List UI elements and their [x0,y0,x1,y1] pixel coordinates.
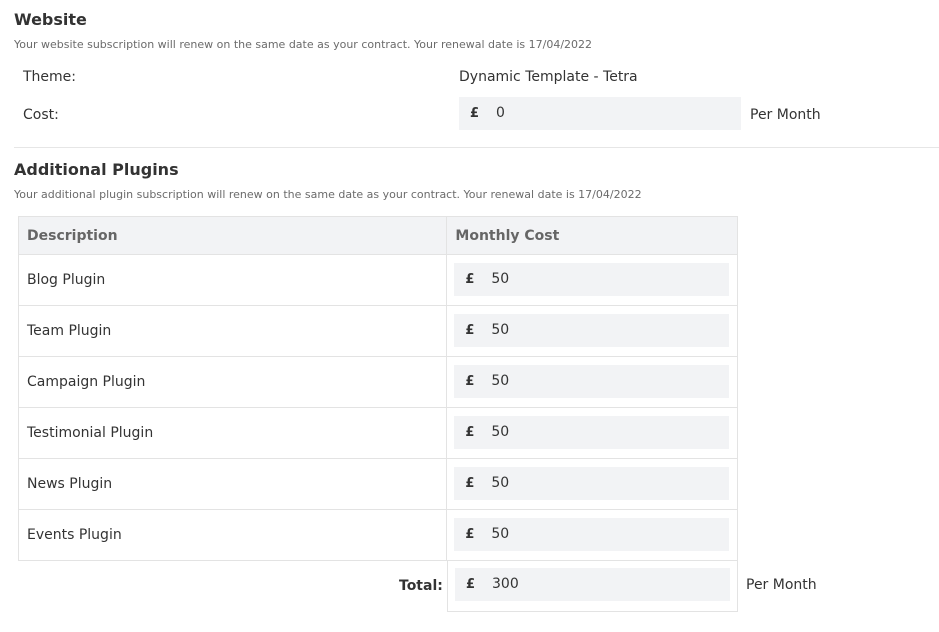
total-cost-field[interactable]: £ 300 [455,568,730,601]
pound-currency-symbol: £ [465,272,475,287]
plugin-cost-cell: £ 50 [446,509,738,561]
total-cost-value: 300 [492,576,519,592]
table-row: Testimonial Plugin £ 50 [17,407,738,459]
website-cost-period: Per Month [750,107,821,123]
table-row: Blog Plugin £ 50 [17,254,738,306]
section-divider [14,147,939,148]
plugin-description: Events Plugin [17,509,448,561]
plugin-description: Testimonial Plugin [17,407,448,459]
plugin-cost-field[interactable]: £ 50 [454,416,730,449]
plugin-cost-field[interactable]: £ 50 [454,365,730,398]
plugins-subtitle: Your additional plugin subscription will… [14,188,642,201]
plugin-description: Blog Plugin [17,254,448,306]
plugin-cost-value: 50 [491,373,510,389]
table-row: Campaign Plugin £ 50 [17,356,738,408]
plugin-cost-cell: £ 50 [446,458,738,510]
table-row: Events Plugin £ 50 [17,509,738,561]
plugins-heading: Additional Plugins [14,160,179,179]
table-header-row: Description Monthly Cost [17,216,738,255]
plugin-cost-value: 50 [491,475,510,491]
plugin-cost-value: 50 [491,526,510,542]
plugin-cost-value: 50 [491,322,510,338]
website-cost-field[interactable]: £ 0 [459,97,741,130]
plugin-cost-cell: £ 50 [446,254,738,306]
pound-currency-symbol: £ [465,476,475,491]
website-heading: Website [14,10,87,29]
plugin-description: Team Plugin [17,305,448,357]
pound-currency-symbol: £ [465,323,475,338]
website-cost-value: 0 [496,105,505,121]
plugin-description: News Plugin [17,458,448,510]
plugin-description: Campaign Plugin [17,356,448,408]
total-cost-cell: £ 300 [447,560,738,612]
column-header-description: Description [17,216,448,255]
plugin-cost-cell: £ 50 [446,305,738,357]
pound-currency-symbol: £ [466,577,476,592]
pound-currency-symbol: £ [465,374,475,389]
website-subtitle: Your website subscription will renew on … [14,38,593,51]
plugin-cost-field[interactable]: £ 50 [454,263,730,296]
plugin-cost-value: 50 [491,424,510,440]
plugin-cost-field[interactable]: £ 50 [454,314,730,347]
plugin-cost-cell: £ 50 [446,356,738,408]
plugin-cost-field[interactable]: £ 50 [454,518,730,551]
table-row: Team Plugin £ 50 [17,305,738,357]
plugin-cost-value: 50 [491,271,510,287]
pound-currency-symbol: £ [470,106,480,121]
pound-currency-symbol: £ [465,527,475,542]
plugins-table: Description Monthly Cost Blog Plugin £ 5… [17,216,738,561]
plugin-cost-cell: £ 50 [446,407,738,459]
total-cost-period: Per Month [746,577,817,593]
table-row: News Plugin £ 50 [17,458,738,510]
theme-value: Dynamic Template - Tetra [459,69,638,85]
plugin-cost-field[interactable]: £ 50 [454,467,730,500]
theme-label: Theme: [23,69,77,85]
pound-currency-symbol: £ [465,425,475,440]
total-label: Total: [399,578,443,594]
cost-label: Cost: [23,107,59,123]
column-header-monthly-cost: Monthly Cost [446,216,738,255]
